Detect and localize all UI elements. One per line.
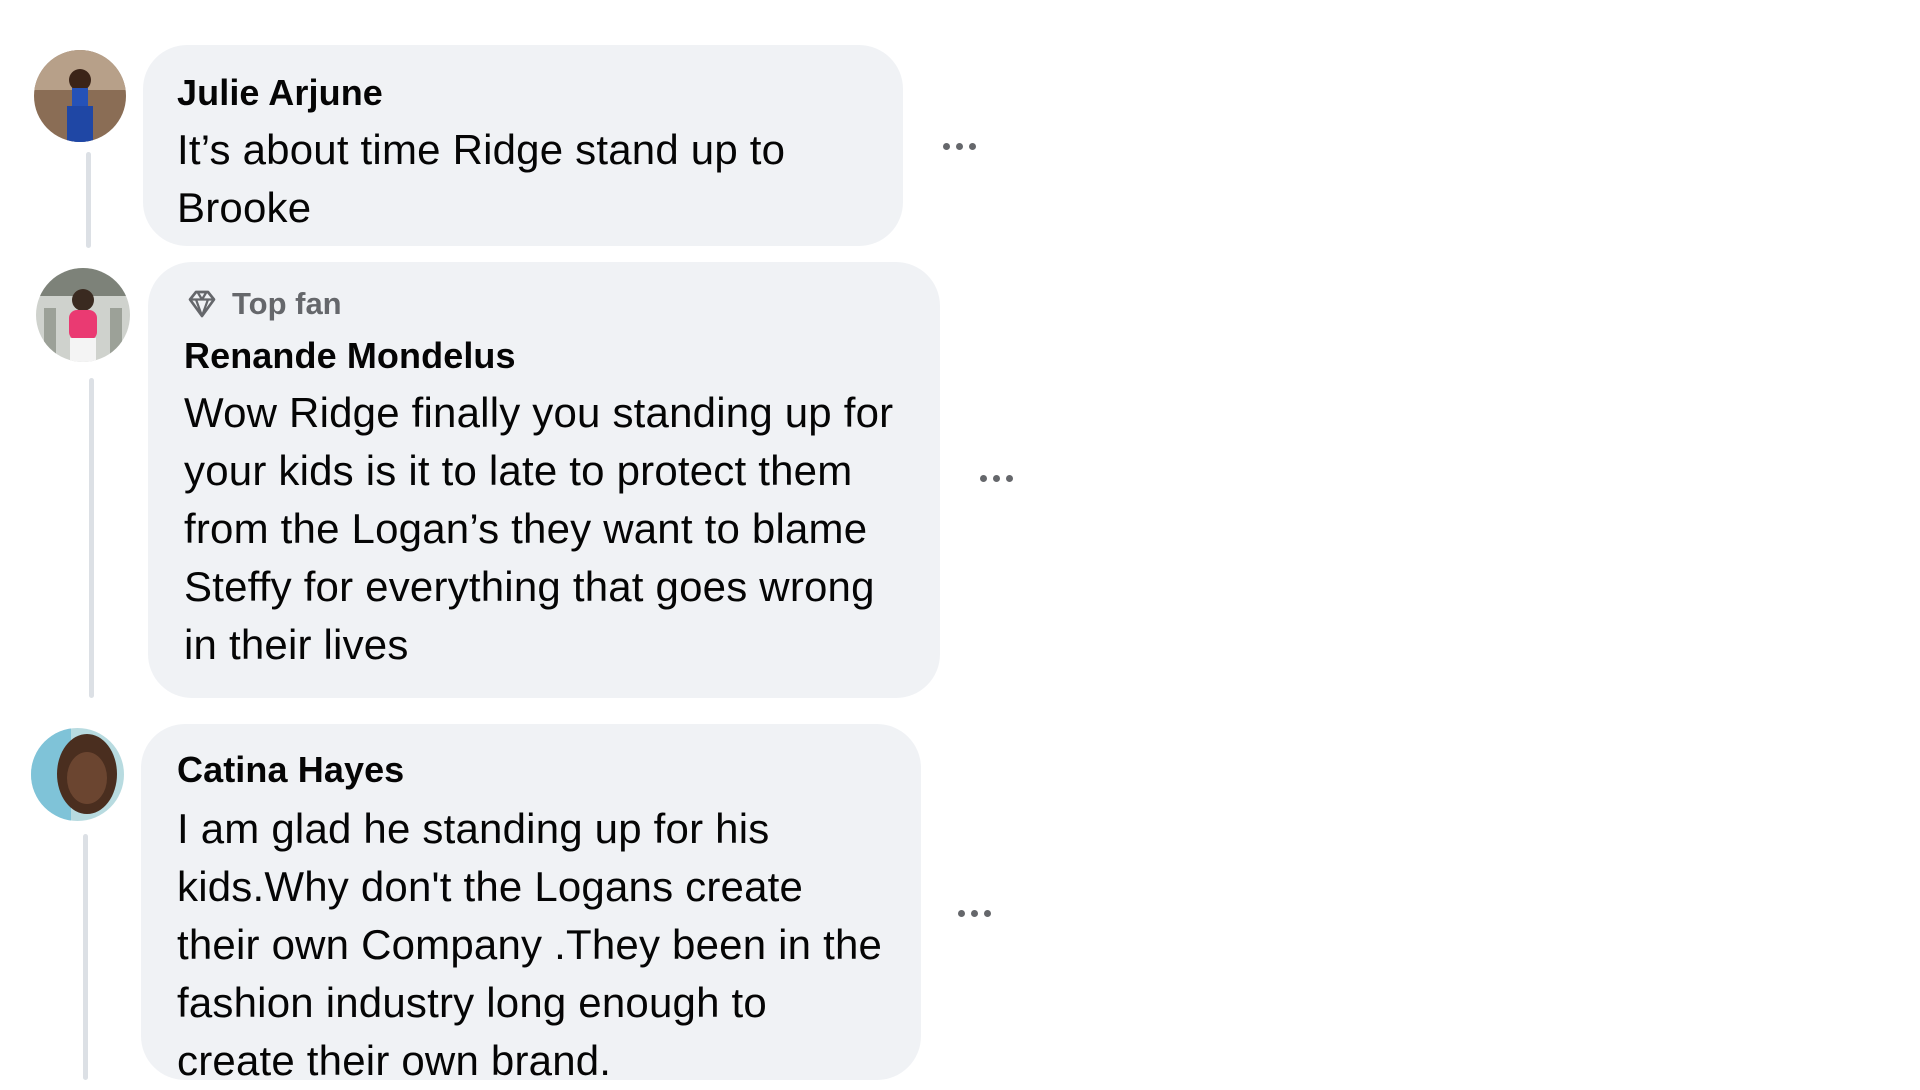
comment-author[interactable]: Catina Hayes [177,748,885,792]
comment-author[interactable]: Renande Mondelus [184,334,904,378]
comment-bubble: Julie Arjune It’s about time Ridge stand… [143,45,903,246]
comment-author[interactable]: Julie Arjune [177,71,869,115]
comment-bubble: Catina Hayes I am glad he standing up fo… [141,724,921,1084]
avatar[interactable] [36,268,130,362]
top-fan-badge: Top fan [184,284,904,324]
badge-label: Top fan [232,286,342,321]
thread-line [86,152,91,248]
more-options-icon[interactable] [958,910,991,917]
avatar[interactable] [34,50,126,142]
comment-text: Wow Ridge finally you standing up for yo… [184,389,894,668]
thread-line [83,834,88,1080]
more-options-icon[interactable] [980,475,1013,482]
more-options-icon[interactable] [943,143,976,150]
avatar[interactable] [31,728,124,821]
comment-text: It’s about time Ridge stand up to Brooke [177,126,786,231]
comment-text: I am glad he standing up for his kids.Wh… [177,805,883,1084]
thread-line [89,378,94,698]
diamond-icon [188,290,216,318]
comment-bubble: Top fan Renande Mondelus Wow Ridge final… [148,262,940,698]
